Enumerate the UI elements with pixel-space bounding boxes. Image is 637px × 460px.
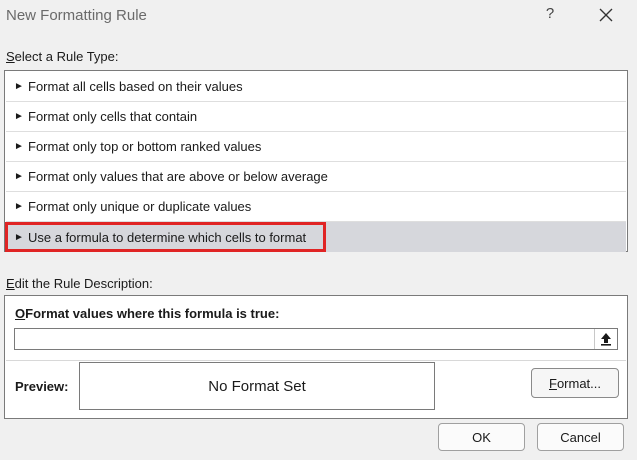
rule-type-item-label: Format all cells based on their values <box>28 79 243 94</box>
collapse-dialog-button[interactable] <box>594 329 617 349</box>
format-button[interactable]: Format... <box>531 368 619 398</box>
help-button[interactable]: ? <box>542 5 558 25</box>
title-bar: New Formatting Rule ? <box>0 0 637 33</box>
dialog-title: New Formatting Rule <box>6 7 147 24</box>
ok-button[interactable]: OK <box>438 423 525 451</box>
preview-text: No Format Set <box>208 377 306 395</box>
preview-box: No Format Set <box>79 362 435 410</box>
rule-type-item-unique-duplicate[interactable]: ► Format only unique or duplicate values <box>6 192 626 222</box>
rule-type-item-label: Format only cells that contain <box>28 109 198 124</box>
rule-type-item-top-bottom[interactable]: ► Format only top or bottom ranked value… <box>6 132 626 162</box>
arrow-icon: ► <box>14 111 24 122</box>
rule-type-item-all-cells[interactable]: ► Format all cells based on their values <box>6 72 626 102</box>
rule-type-item-label: Format only top or bottom ranked values <box>28 139 262 154</box>
selection-highlight-outline <box>5 222 326 252</box>
rule-type-item-label: Format only values that are above or bel… <box>28 169 328 184</box>
rule-type-item-label: Format only unique or duplicate values <box>28 199 252 214</box>
rule-type-item-cells-contain[interactable]: ► Format only cells that contain <box>6 102 626 132</box>
cancel-button[interactable]: Cancel <box>537 423 624 451</box>
close-button[interactable] <box>596 5 616 25</box>
divider <box>6 360 626 361</box>
arrow-icon: ► <box>14 201 24 212</box>
rule-type-heading: Select a Rule Type: <box>6 49 119 64</box>
upload-arrow-icon <box>601 333 611 346</box>
arrow-icon: ► <box>14 81 24 92</box>
arrow-icon: ► <box>14 141 24 152</box>
preview-label: Preview: <box>15 379 69 394</box>
close-icon <box>599 8 613 22</box>
formula-input[interactable] <box>14 328 618 350</box>
rule-description-panel: OFormat values where this formula is tru… <box>4 295 628 419</box>
arrow-icon: ► <box>14 171 24 182</box>
rule-type-item-above-below-average[interactable]: ► Format only values that are above or b… <box>6 162 626 192</box>
rule-description-heading: Edit the Rule Description: <box>6 276 153 291</box>
formula-label: OFormat values where this formula is tru… <box>15 306 280 321</box>
